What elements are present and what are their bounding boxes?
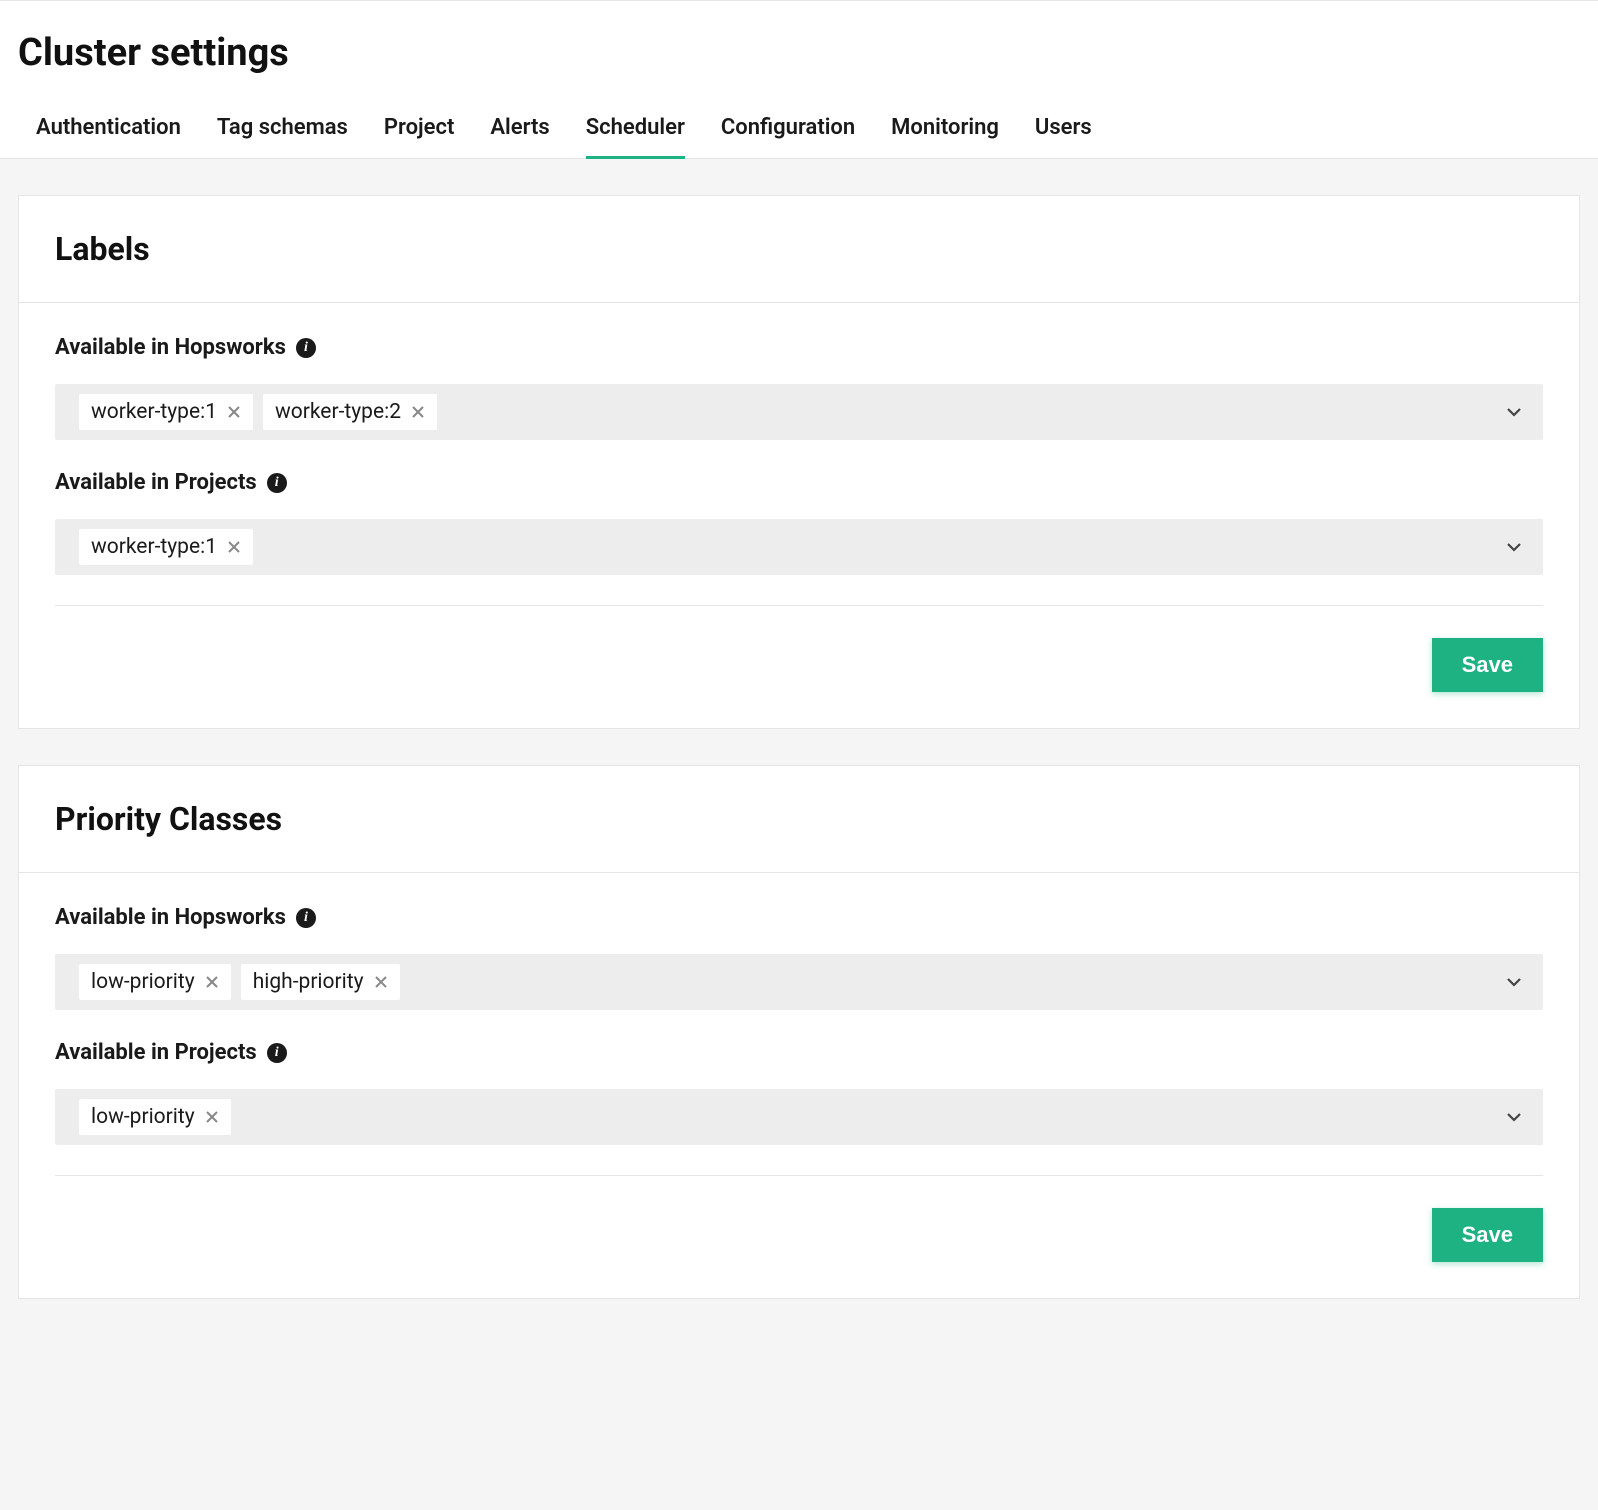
labels-projects-input[interactable]: worker-type:1	[55, 519, 1543, 575]
chip: high-priority	[241, 964, 400, 1000]
tab-tag-schemas[interactable]: Tag schemas	[217, 115, 348, 158]
chevron-down-icon[interactable]	[1505, 1108, 1523, 1126]
priority-card: Priority Classes Available in Hopsworks …	[18, 765, 1580, 1299]
priority-projects-label: Available in Projects i	[55, 1040, 1543, 1065]
field-label-text: Available in Projects	[55, 1040, 257, 1065]
field-label-text: Available in Hopsworks	[55, 335, 286, 360]
labels-card: Labels Available in Hopsworks i worker-t…	[18, 195, 1580, 729]
field-label-text: Available in Projects	[55, 470, 257, 495]
info-icon[interactable]: i	[296, 338, 316, 358]
tab-users[interactable]: Users	[1035, 115, 1092, 158]
chip: low-priority	[79, 1099, 231, 1135]
chip: worker-type:2	[263, 394, 437, 430]
chip-label: worker-type:2	[275, 400, 401, 424]
chip-label: low-priority	[91, 970, 195, 994]
priority-hopsworks-input[interactable]: low-priority high-priority	[55, 954, 1543, 1010]
card-header: Labels	[19, 196, 1579, 303]
chip-label: worker-type:1	[91, 400, 217, 424]
chip-label: low-priority	[91, 1105, 195, 1129]
chip: low-priority	[79, 964, 231, 1000]
card-title: Labels	[55, 230, 1543, 268]
info-icon[interactable]: i	[296, 908, 316, 928]
chip: worker-type:1	[79, 529, 253, 565]
chip: worker-type:1	[79, 394, 253, 430]
card-body: Available in Hopsworks i worker-type:1wo…	[19, 303, 1579, 728]
tab-monitoring[interactable]: Monitoring	[891, 115, 999, 158]
field-label-text: Available in Hopsworks	[55, 905, 286, 930]
chevron-down-icon[interactable]	[1505, 973, 1523, 991]
card-title: Priority Classes	[55, 800, 1543, 838]
close-icon[interactable]	[227, 405, 241, 419]
actions: Save	[55, 1208, 1543, 1262]
card-body: Available in Hopsworks i low-priority hig…	[19, 873, 1579, 1298]
page-title: Cluster settings	[18, 31, 1580, 75]
chip-label: high-priority	[253, 970, 364, 994]
save-button[interactable]: Save	[1432, 638, 1543, 692]
chevron-down-icon[interactable]	[1505, 538, 1523, 556]
tabs: Authentication Tag schemas Project Alerts Sc…	[18, 115, 1580, 158]
card-header: Priority Classes	[19, 766, 1579, 873]
tab-alerts[interactable]: Alerts	[490, 115, 549, 158]
priority-hopsworks-label: Available in Hopsworks i	[55, 905, 1543, 930]
tab-project[interactable]: Project	[384, 115, 455, 158]
close-icon[interactable]	[374, 975, 388, 989]
page-header: Cluster settings Authentication Tag schem…	[0, 1, 1598, 159]
content: Labels Available in Hopsworks i worker-t…	[0, 159, 1598, 1395]
priority-projects-input[interactable]: low-priority	[55, 1089, 1543, 1145]
save-button[interactable]: Save	[1432, 1208, 1543, 1262]
actions: Save	[55, 638, 1543, 692]
chip-label: worker-type:1	[91, 535, 217, 559]
tab-scheduler[interactable]: Scheduler	[586, 115, 685, 158]
chevron-down-icon[interactable]	[1505, 403, 1523, 421]
labels-hopsworks-label: Available in Hopsworks i	[55, 335, 1543, 360]
divider	[55, 605, 1543, 606]
close-icon[interactable]	[205, 975, 219, 989]
close-icon[interactable]	[411, 405, 425, 419]
info-icon[interactable]: i	[267, 473, 287, 493]
close-icon[interactable]	[205, 1110, 219, 1124]
tab-authentication[interactable]: Authentication	[36, 115, 181, 158]
close-icon[interactable]	[227, 540, 241, 554]
info-icon[interactable]: i	[267, 1043, 287, 1063]
divider	[55, 1175, 1543, 1176]
labels-hopsworks-input[interactable]: worker-type:1 worker-type:2	[55, 384, 1543, 440]
labels-projects-label: Available in Projects i	[55, 470, 1543, 495]
tab-configuration[interactable]: Configuration	[721, 115, 855, 158]
